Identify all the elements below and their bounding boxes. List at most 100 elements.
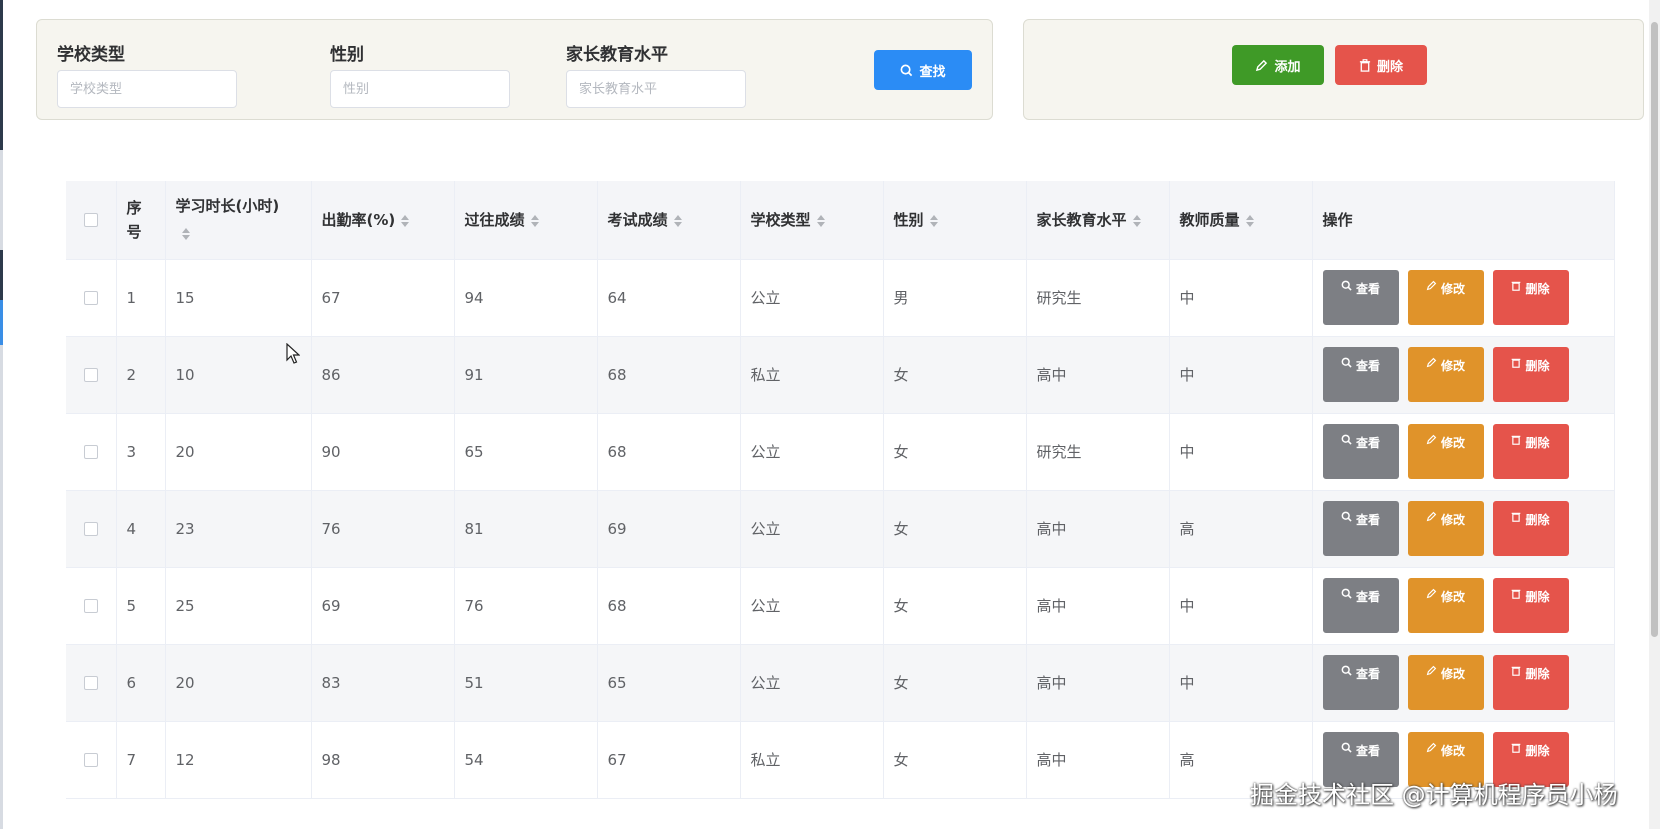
col-teacher-quality[interactable]: 教师质量 — [1169, 181, 1313, 260]
edit-button-label: 修改 — [1440, 282, 1465, 296]
sort-icon[interactable] — [530, 214, 539, 227]
cell-value: 67 — [321, 288, 341, 307]
view-button-label: 查看 — [1355, 436, 1380, 450]
view-button-label: 查看 — [1355, 513, 1380, 527]
table-cell: 私立 — [740, 721, 884, 799]
trash-icon — [1511, 588, 1521, 602]
view-button[interactable]: 查看 — [1322, 501, 1399, 556]
col-school-type[interactable]: 学校类型 — [740, 181, 884, 260]
table-cell: 68 — [597, 413, 741, 491]
delete-button-label: 删除 — [1525, 513, 1550, 527]
cell-value: 64 — [607, 288, 627, 307]
edit-pen-icon — [1426, 357, 1437, 371]
table-row[interactable]: 4 23 76 81 69 公立 女 高中 高 查看 修改 删除 — [66, 490, 1615, 568]
row-select-cell — [66, 490, 117, 568]
view-button[interactable]: 查看 — [1322, 578, 1399, 633]
edit-button[interactable]: 修改 — [1407, 424, 1484, 479]
search-icon — [1341, 511, 1352, 525]
sort-icon[interactable] — [1132, 214, 1141, 227]
delete-button[interactable]: 删除 — [1492, 655, 1569, 710]
col-parent-education[interactable]: 家长教育水平 — [1026, 181, 1170, 260]
view-button[interactable]: 查看 — [1322, 655, 1399, 710]
cell-value: 中 — [1179, 366, 1195, 384]
col-index-label-2: 号 — [126, 222, 142, 241]
scrollbar-thumb[interactable] — [1651, 22, 1658, 637]
table-header-row: 序号 学习时长(小时) 出勤率(%) 过往成绩 考试成绩 学校类型 性别 家长教… — [66, 181, 1615, 260]
edit-button[interactable]: 修改 — [1407, 347, 1484, 402]
row-checkbox[interactable] — [83, 753, 98, 767]
view-button-label: 查看 — [1355, 359, 1380, 373]
gender-input[interactable] — [330, 70, 510, 108]
col-school-type-label: 学校类型 — [750, 211, 811, 230]
view-button[interactable]: 查看 — [1322, 347, 1399, 402]
table-cell: 中 — [1169, 336, 1313, 414]
cell-value: 中 — [1179, 597, 1195, 615]
edit-button[interactable]: 修改 — [1407, 655, 1484, 710]
table-cell: 90 — [311, 413, 455, 491]
col-operations: 操作 — [1312, 181, 1615, 260]
row-operations-cell: 查看 修改 删除 — [1312, 413, 1615, 491]
cell-value: 高中 — [1036, 597, 1067, 615]
delete-button-label: 删除 — [1525, 744, 1550, 758]
delete-button[interactable]: 删除 — [1492, 578, 1569, 633]
row-checkbox[interactable] — [83, 445, 98, 459]
table-row[interactable]: 6 20 83 51 65 公立 女 高中 中 查看 修改 删除 — [66, 644, 1615, 722]
cell-value: 81 — [464, 519, 484, 538]
col-previous-score[interactable]: 过往成绩 — [454, 181, 598, 260]
sidebar-edge-active — [0, 300, 3, 345]
edit-button[interactable]: 修改 — [1407, 501, 1484, 556]
row-checkbox[interactable] — [83, 599, 98, 613]
col-attendance[interactable]: 出勤率(%) — [311, 181, 455, 260]
school-type-input[interactable] — [57, 70, 237, 108]
table-cell: 女 — [883, 490, 1027, 568]
delete-button[interactable]: 删除 — [1492, 501, 1569, 556]
edit-pen-icon — [1426, 434, 1437, 448]
edit-button[interactable]: 修改 — [1407, 578, 1484, 633]
edit-button-label: 修改 — [1440, 590, 1465, 604]
table-cell: 高 — [1169, 490, 1313, 568]
col-gender[interactable]: 性别 — [883, 181, 1027, 260]
edit-button-label: 修改 — [1440, 436, 1465, 450]
cell-value: 65 — [607, 673, 627, 692]
col-parent-education-label: 家长教育水平 — [1036, 211, 1127, 230]
trash-icon — [1511, 742, 1521, 756]
trash-icon — [1359, 58, 1371, 72]
table-cell: 69 — [597, 490, 741, 568]
row-checkbox[interactable] — [83, 676, 98, 690]
vertical-scrollbar[interactable] — [1649, 0, 1660, 829]
sort-icon[interactable] — [181, 228, 190, 241]
row-checkbox[interactable] — [83, 522, 98, 536]
delete-button[interactable]: 删除 — [1492, 270, 1569, 325]
edit-pen-icon — [1426, 511, 1437, 525]
row-select-cell — [66, 721, 117, 799]
table-cell: 98 — [311, 721, 455, 799]
parent-education-input[interactable] — [566, 70, 746, 108]
watermark: 掘金技术社区 @计算机程序员小杨 — [1250, 781, 1618, 809]
sort-icon[interactable] — [1245, 214, 1254, 227]
sort-icon[interactable] — [929, 214, 938, 227]
sort-icon[interactable] — [401, 214, 410, 227]
search-button[interactable]: 查找 — [874, 50, 972, 90]
row-checkbox[interactable] — [83, 368, 98, 382]
delete-button[interactable]: 删除 — [1492, 424, 1569, 479]
delete-button[interactable]: 删除 — [1492, 347, 1569, 402]
sort-icon[interactable] — [816, 214, 825, 227]
table-row[interactable]: 3 20 90 65 68 公立 女 研究生 中 查看 修改 删除 — [66, 413, 1615, 491]
edit-button[interactable]: 修改 — [1407, 270, 1484, 325]
edit-button-label: 修改 — [1440, 667, 1465, 681]
row-operations-cell: 查看 修改 删除 — [1312, 567, 1615, 645]
table-row[interactable]: 1 15 67 94 64 公立 男 研究生 中 查看 修改 删除 — [66, 259, 1615, 337]
row-checkbox[interactable] — [83, 291, 98, 305]
col-exam-score[interactable]: 考试成绩 — [597, 181, 741, 260]
sort-icon[interactable] — [673, 214, 682, 227]
col-index: 序号 — [116, 181, 166, 260]
table-row[interactable]: 5 25 69 76 68 公立 女 高中 中 查看 修改 删除 — [66, 567, 1615, 645]
select-all-checkbox[interactable] — [83, 213, 98, 228]
col-study-hours[interactable]: 学习时长(小时) — [165, 181, 312, 260]
view-button[interactable]: 查看 — [1322, 424, 1399, 479]
view-button[interactable]: 查看 — [1322, 270, 1399, 325]
batch-delete-button[interactable]: 删除 — [1335, 45, 1427, 85]
edit-pen-icon — [1255, 59, 1268, 72]
add-button[interactable]: 添加 — [1232, 45, 1324, 85]
table-cell: 51 — [454, 644, 598, 722]
